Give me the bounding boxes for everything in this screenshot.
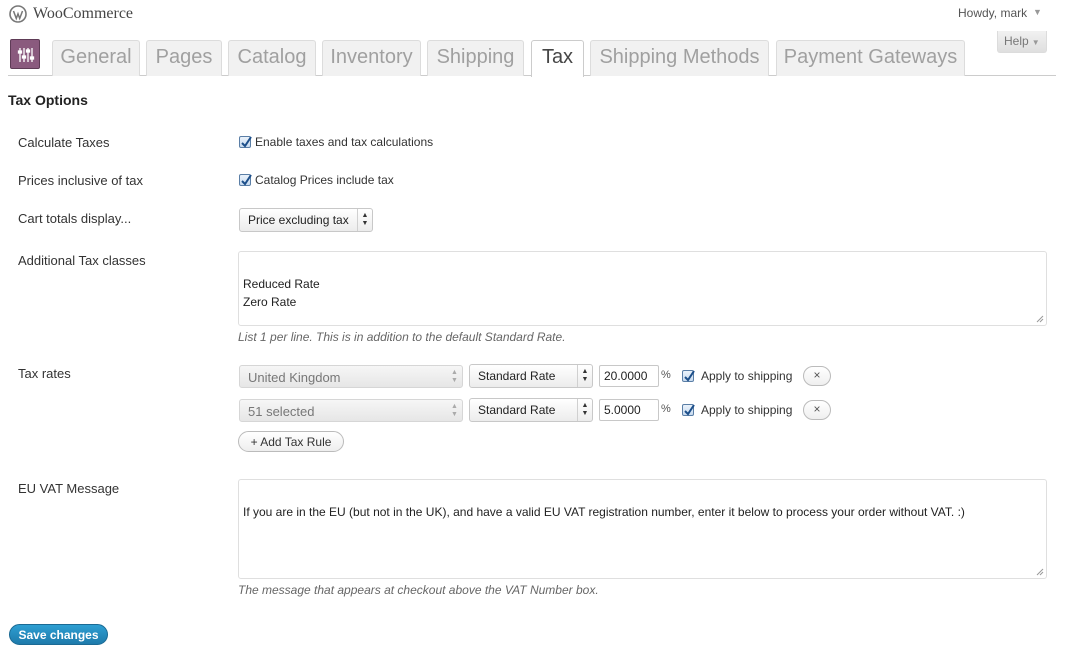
add-tax-rule-button[interactable]: + Add Tax Rule xyxy=(238,431,344,452)
prices-inclusive-label: Prices inclusive of tax xyxy=(18,173,143,188)
cart-totals-value: Price excluding tax xyxy=(248,213,349,227)
resize-grip-icon[interactable] xyxy=(1036,568,1044,576)
tab-tax[interactable]: Tax xyxy=(531,40,584,77)
tax-rate-class-select[interactable]: Standard Rate ▲ ▼ xyxy=(469,398,593,422)
tax-classes-textarea[interactable]: Reduced Rate Zero Rate xyxy=(238,251,1047,326)
tax-classes-description: List 1 per line. This is in addition to … xyxy=(238,330,566,344)
tab-inventory[interactable]: Inventory xyxy=(322,40,421,76)
checkmark-icon xyxy=(684,404,695,416)
remove-tax-rate-button[interactable]: × xyxy=(803,400,831,420)
percent-sign: % xyxy=(661,369,671,381)
checkmark-icon xyxy=(241,174,252,186)
tab-payment-gateways[interactable]: Payment Gateways xyxy=(776,40,965,76)
save-changes-button[interactable]: Save changes xyxy=(9,624,108,645)
apply-to-shipping-checkbox[interactable] xyxy=(682,404,695,416)
select-arrows-icon: ▲ ▼ xyxy=(451,403,458,418)
tax-rate-country-select[interactable]: United Kingdom ▲ ▼ xyxy=(239,365,463,388)
woocommerce-settings-icon xyxy=(10,39,40,69)
tax-classes-label: Additional Tax classes xyxy=(18,253,146,268)
calculate-taxes-label: Calculate Taxes xyxy=(18,135,110,150)
resize-grip-icon[interactable] xyxy=(1036,315,1044,323)
chevron-down-icon: ▼ xyxy=(1031,38,1040,47)
percent-sign: % xyxy=(661,403,671,415)
tax-rate-class-value: Standard Rate xyxy=(478,403,556,417)
checkmark-icon xyxy=(241,136,252,148)
help-label: Help xyxy=(1004,34,1029,48)
tab-general[interactable]: General xyxy=(52,40,140,76)
select-arrows-icon: ▲ ▼ xyxy=(357,209,372,231)
tax-rates-label: Tax rates xyxy=(18,366,71,381)
eu-vat-message-textarea[interactable]: If you are in the EU (but not in the UK)… xyxy=(238,479,1047,579)
admin-bar: WooCommerce Howdy, mark ▼ xyxy=(0,0,1065,30)
prices-include-tax-checkbox[interactable] xyxy=(239,174,252,186)
prices-include-tax-checkbox-label[interactable]: Catalog Prices include tax xyxy=(255,173,394,187)
tax-rate-country-value: United Kingdom xyxy=(248,370,341,385)
select-arrows-icon: ▲ ▼ xyxy=(577,399,592,421)
select-arrows-icon: ▲ ▼ xyxy=(451,369,458,384)
tab-pages[interactable]: Pages xyxy=(146,40,222,76)
apply-to-shipping-label[interactable]: Apply to shipping xyxy=(701,369,792,383)
tab-catalog[interactable]: Catalog xyxy=(228,40,316,76)
tax-rate-input[interactable]: 5.0000 xyxy=(599,399,659,421)
tab-shipping[interactable]: Shipping xyxy=(427,40,524,76)
apply-to-shipping-checkbox[interactable] xyxy=(682,370,695,382)
enable-taxes-checkbox-label[interactable]: Enable taxes and tax calculations xyxy=(255,135,433,149)
site-name[interactable]: WooCommerce xyxy=(33,5,133,23)
wordpress-logo-icon[interactable] xyxy=(9,5,27,23)
cart-totals-select[interactable]: Price excluding tax ▲ ▼ xyxy=(239,208,373,232)
tab-shipping-methods[interactable]: Shipping Methods xyxy=(590,40,769,76)
chevron-down-icon[interactable]: ▼ xyxy=(1033,7,1042,17)
howdy-user-menu[interactable]: Howdy, mark xyxy=(958,6,1027,20)
tax-rate-class-value: Standard Rate xyxy=(478,369,556,383)
tax-rate-class-select[interactable]: Standard Rate ▲ ▼ xyxy=(469,364,593,388)
remove-tax-rate-button[interactable]: × xyxy=(803,366,831,386)
select-arrows-icon: ▲ ▼ xyxy=(577,365,592,387)
eu-vat-message-text: If you are in the EU (but not in the UK)… xyxy=(243,505,965,519)
cart-totals-label: Cart totals display... xyxy=(18,211,132,226)
enable-taxes-checkbox[interactable] xyxy=(239,136,252,148)
tax-rate-country-value: 51 selected xyxy=(248,404,315,419)
help-button[interactable]: Help ▼ xyxy=(997,31,1047,53)
checkmark-icon xyxy=(684,370,695,382)
tax-rate-input[interactable]: 20.0000 xyxy=(599,365,659,387)
tax-classes-text: Reduced Rate Zero Rate xyxy=(243,277,320,309)
section-title: Tax Options xyxy=(8,92,88,108)
apply-to-shipping-label[interactable]: Apply to shipping xyxy=(701,403,792,417)
eu-vat-message-label: EU VAT Message xyxy=(18,481,120,496)
tax-rate-country-select[interactable]: 51 selected ▲ ▼ xyxy=(239,399,463,422)
eu-vat-message-description: The message that appears at checkout abo… xyxy=(238,583,599,597)
